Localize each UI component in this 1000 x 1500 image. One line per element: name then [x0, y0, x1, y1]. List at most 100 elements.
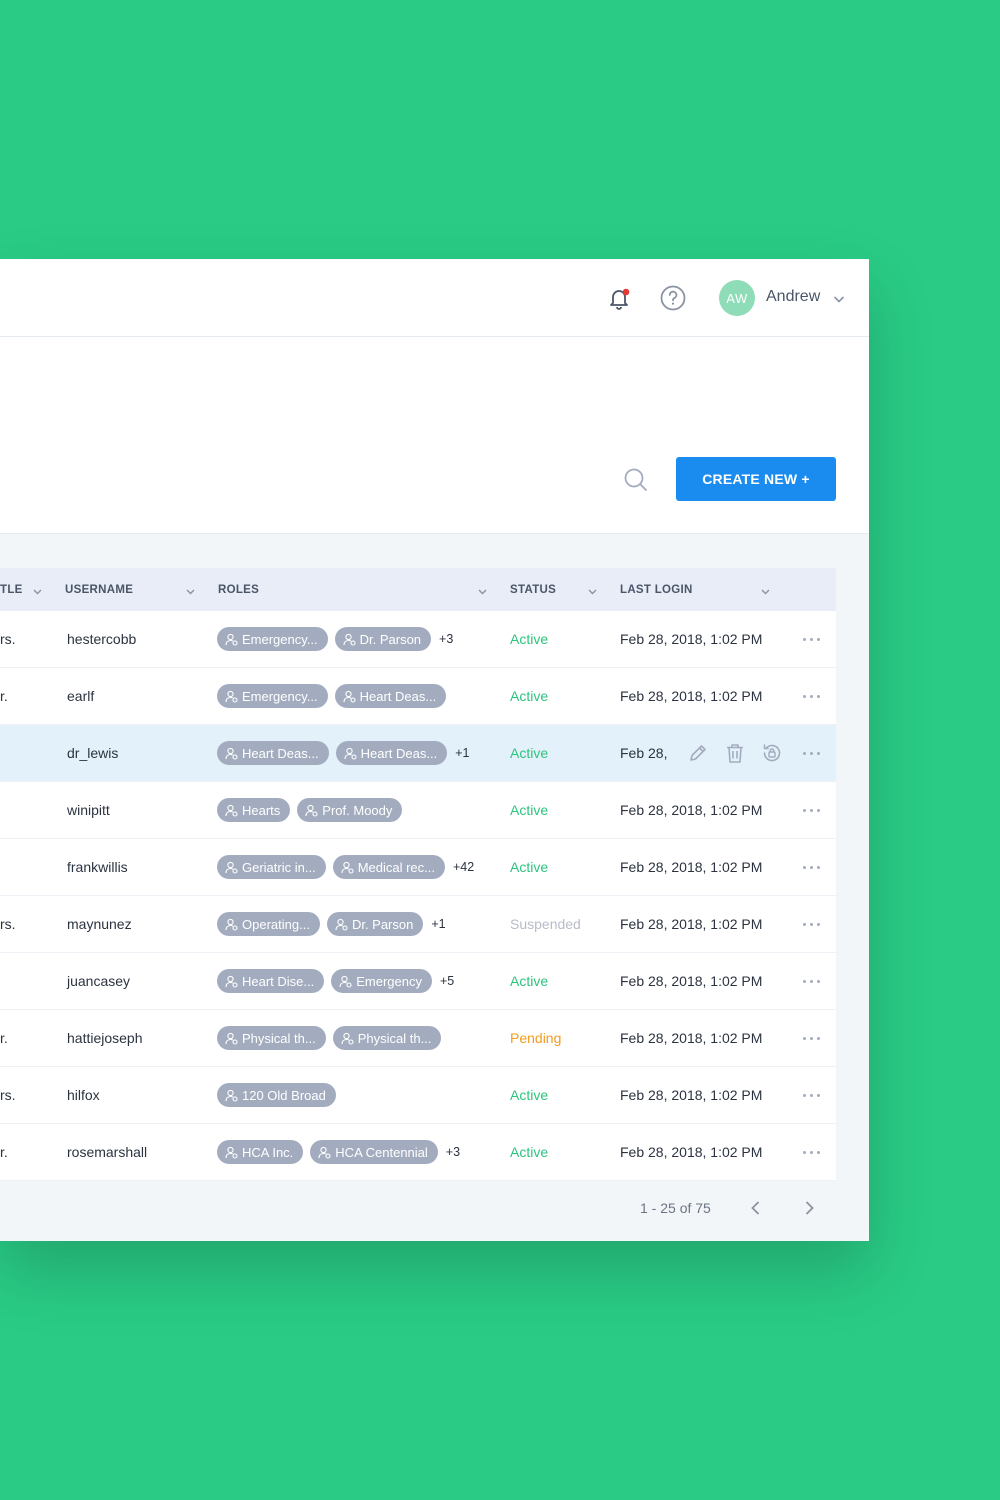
users-table: TLE USERNAME ROLES STATUS LAST LOGIN rs.… — [0, 568, 836, 1181]
cell-roles: HCA Inc. HCA Centennial +3 — [217, 1124, 460, 1180]
edit-icon[interactable] — [686, 741, 710, 765]
role-chip-label: Heart Deas... — [360, 745, 438, 761]
create-new-button[interactable]: CREATE NEW + — [676, 457, 836, 501]
bell-icon[interactable] — [604, 283, 634, 313]
role-chip[interactable]: Geriatric in... — [217, 855, 326, 879]
cell-username: frankwillis — [67, 859, 128, 875]
more-options-icon[interactable] — [796, 1010, 826, 1066]
status-badge: Suspended — [510, 916, 581, 932]
chevron-right-icon[interactable] — [800, 1199, 818, 1217]
table-row[interactable]: rs. hilfox 120 Old Broad Active Feb 28, 2018… — [0, 1067, 836, 1124]
role-chip-label: Emergency... — [242, 631, 318, 647]
chevron-down-icon[interactable] — [832, 292, 846, 306]
table-row[interactable]: rs. hestercobb Emergency... Dr. Parson +3 Act… — [0, 611, 836, 668]
role-chip[interactable]: Heart Deas... — [334, 684, 447, 708]
cell-title — [0, 725, 20, 781]
more-options-icon[interactable] — [796, 839, 826, 895]
roles-more-count[interactable]: +1 — [455, 746, 469, 760]
role-chip[interactable]: Physical th... — [332, 1026, 442, 1050]
cell-last-login: Feb 28, — [620, 745, 668, 761]
status-badge: Pending — [510, 1030, 562, 1046]
roles-more-count[interactable]: +1 — [431, 917, 445, 931]
column-username[interactable]: USERNAME — [65, 568, 133, 611]
role-chip-label: HCA Inc. — [242, 1144, 294, 1160]
roles-more-count[interactable]: +3 — [439, 632, 453, 646]
column-status[interactable]: STATUS — [510, 568, 556, 611]
cell-roles: 120 Old Broad — [217, 1067, 343, 1123]
table-row[interactable]: rs. maynunez Operating... Dr. Parson +1 Suspe… — [0, 896, 836, 953]
role-chip[interactable]: Hearts — [217, 798, 291, 822]
search-icon[interactable] — [622, 466, 650, 494]
user-role-icon — [335, 918, 348, 931]
trash-icon[interactable] — [723, 741, 747, 765]
role-chip[interactable]: Emergency... — [217, 684, 328, 708]
chevron-down-icon[interactable] — [587, 584, 598, 595]
more-options-icon[interactable] — [796, 725, 826, 781]
role-chip-label: Medical rec... — [357, 859, 435, 875]
user-role-icon — [225, 1146, 238, 1159]
roles-more-count[interactable]: +5 — [440, 974, 454, 988]
user-role-icon — [225, 1032, 238, 1045]
table-row[interactable]: r. hattiejoseph Physical th... Physical th.… — [0, 1010, 836, 1067]
chevron-left-icon[interactable] — [747, 1199, 765, 1217]
chevron-down-icon[interactable] — [477, 584, 488, 595]
user-role-icon — [341, 1032, 354, 1045]
table-row[interactable]: r. earlf Emergency... Heart Deas... Active Fe… — [0, 668, 836, 725]
more-options-icon[interactable] — [796, 782, 826, 838]
column-roles[interactable]: ROLES — [218, 568, 259, 611]
role-chip-label: Heart Dise... — [242, 973, 315, 989]
role-chip[interactable]: Physical th... — [217, 1026, 326, 1050]
table-row[interactable]: winipitt Hearts Prof. Moody Active Feb 28, 2… — [0, 782, 836, 839]
cell-roles: Physical th... Physical th... — [217, 1010, 448, 1066]
table-row[interactable]: r. rosemarshall HCA Inc. HCA Centennial +3 Ac… — [0, 1124, 836, 1181]
column-title[interactable]: TLE — [0, 568, 23, 611]
role-chip[interactable]: HCA Inc. — [217, 1140, 304, 1164]
role-chip[interactable]: Heart Deas... — [217, 741, 329, 765]
table-row[interactable]: juancasey Heart Dise... Emergency +5 Active F… — [0, 953, 836, 1010]
more-options-icon[interactable] — [796, 953, 826, 1009]
role-chip-label: HCA Centennial — [335, 1144, 428, 1160]
role-chip[interactable]: Dr. Parson — [326, 912, 424, 936]
role-chip-label: Heart Deas... — [359, 688, 437, 704]
role-chip[interactable]: Emergency... — [217, 627, 328, 651]
chevron-down-icon[interactable] — [32, 584, 43, 595]
avatar[interactable]: AW — [719, 280, 755, 316]
role-chip-label: Prof. Moody — [322, 802, 393, 818]
cell-roles: Heart Dise... Emergency +5 — [217, 953, 454, 1009]
user-role-icon — [225, 861, 238, 874]
more-options-icon[interactable] — [796, 611, 826, 667]
status-badge: Active — [510, 631, 549, 647]
table-row[interactable]: dr_lewis Heart Deas... Heart Deas... +1 Acti… — [0, 725, 836, 782]
roles-more-count[interactable]: +3 — [446, 1145, 460, 1159]
user-role-icon — [225, 633, 238, 646]
role-chip[interactable]: Operating... — [217, 912, 320, 936]
more-options-icon[interactable] — [796, 1067, 826, 1123]
role-chip-label: Emergency... — [242, 688, 318, 704]
role-chip[interactable]: Heart Deas... — [335, 741, 448, 765]
role-chip[interactable]: Medical rec... — [332, 855, 445, 879]
chevron-down-icon[interactable] — [185, 584, 196, 595]
user-role-icon — [339, 975, 352, 988]
roles-more-count[interactable]: +42 — [453, 860, 474, 874]
role-chip[interactable]: Emergency — [331, 969, 432, 993]
user-role-icon — [305, 804, 318, 817]
more-options-icon[interactable] — [796, 1124, 826, 1180]
column-last-login[interactable]: LAST LOGIN — [620, 568, 693, 611]
chevron-down-icon[interactable] — [760, 584, 771, 595]
role-chip-label: Emergency — [356, 973, 422, 989]
role-chip[interactable]: 120 Old Broad — [217, 1083, 336, 1107]
more-options-icon[interactable] — [796, 896, 826, 952]
table-row[interactable]: frankwillis Geriatric in... Medical rec...… — [0, 839, 836, 896]
help-icon[interactable] — [659, 284, 687, 312]
user-name[interactable]: Andrew — [766, 288, 820, 306]
role-chip[interactable]: Heart Dise... — [217, 969, 325, 993]
cell-title: rs. — [0, 916, 16, 932]
role-chip[interactable]: Dr. Parson — [334, 627, 432, 651]
role-chip-label: Heart Deas... — [242, 745, 319, 761]
more-options-icon[interactable] — [796, 668, 826, 724]
role-chip[interactable]: HCA Centennial — [310, 1140, 438, 1164]
cell-username: winipitt — [67, 802, 110, 818]
role-chip[interactable]: Prof. Moody — [297, 798, 403, 822]
reset-password-icon[interactable] — [760, 741, 784, 765]
cell-last-login: Feb 28, 2018, 1:02 PM — [620, 859, 763, 875]
